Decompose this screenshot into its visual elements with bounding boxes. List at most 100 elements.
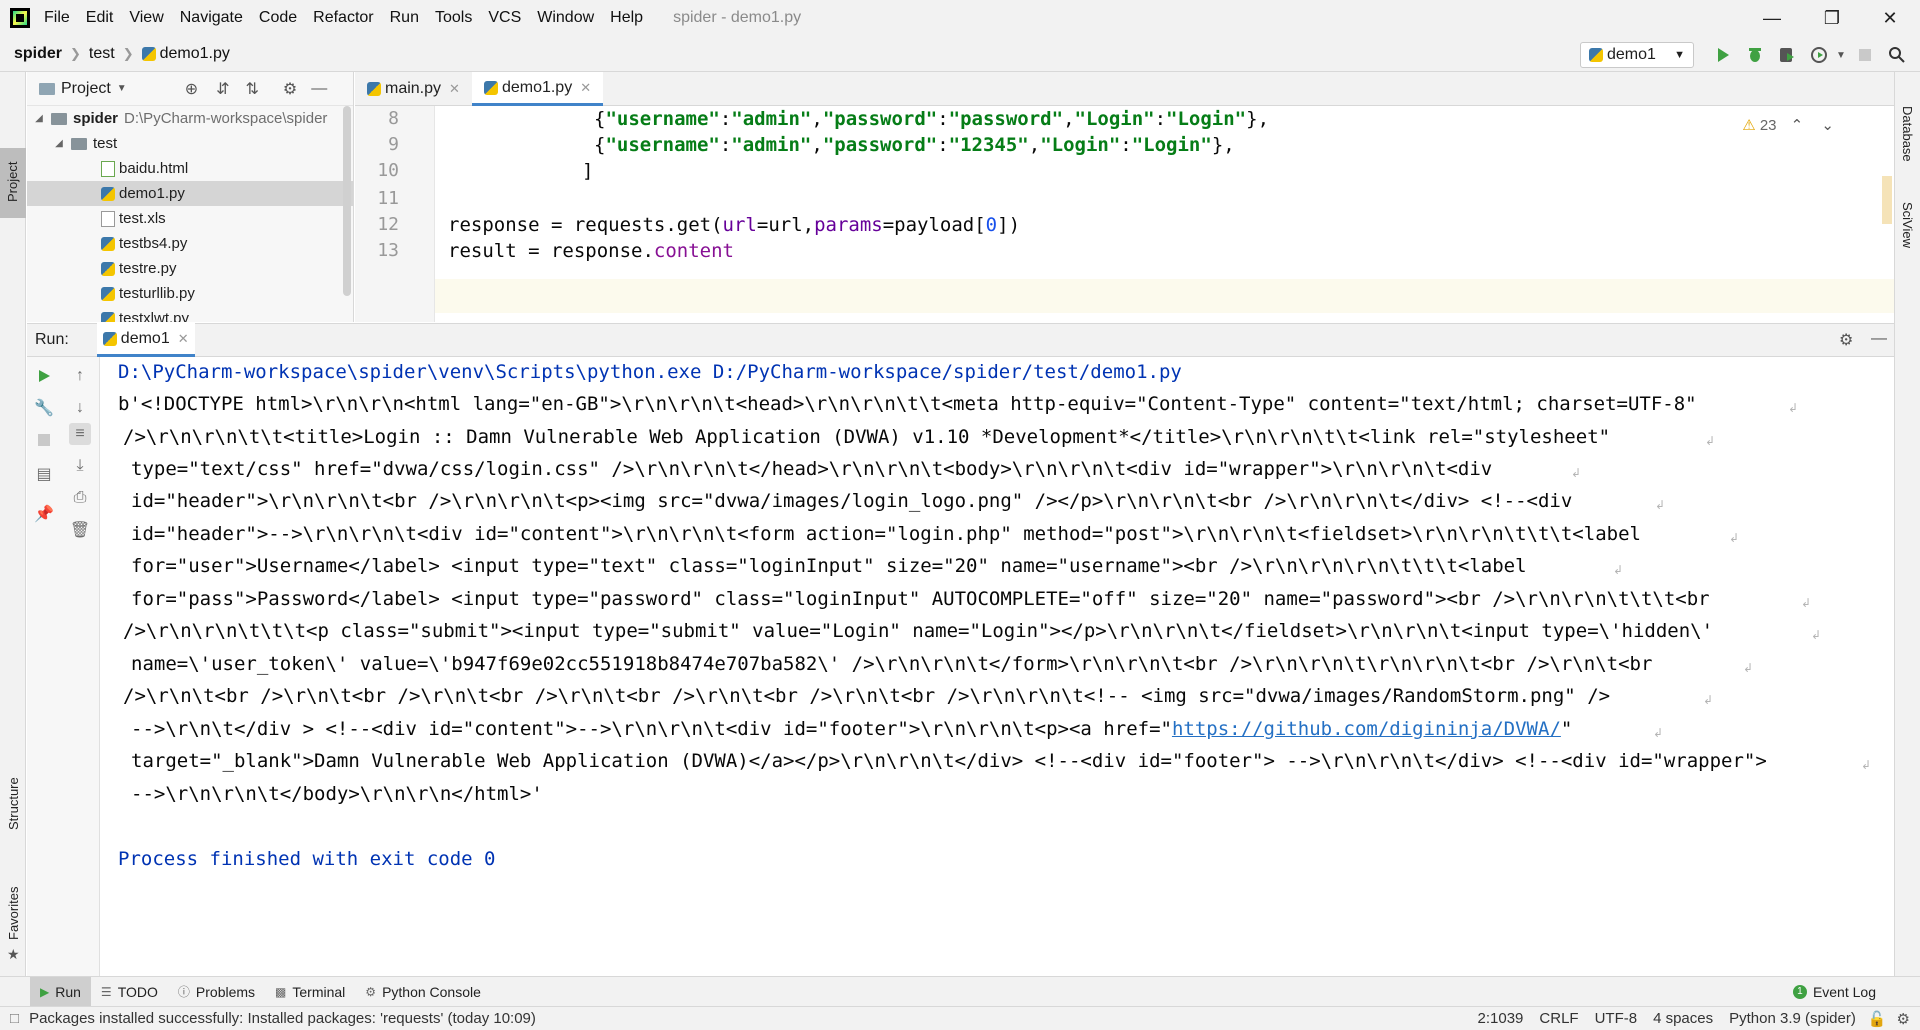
stop-icon[interactable] [33,429,55,451]
rerun-icon[interactable] [33,365,55,387]
menu-refactor[interactable]: Refactor [313,9,373,27]
hide-panel-icon[interactable]: — [311,80,327,98]
project-scrollbar[interactable] [343,106,351,296]
pycharm-logo-icon [10,8,30,28]
menu-tools[interactable]: Tools [435,9,472,27]
console-hyperlink[interactable]: https://github.com/digininja/DVWA/ [1172,718,1561,740]
menu-view[interactable]: View [129,9,163,27]
breadcrumb-file[interactable]: demo1.py [160,45,230,63]
code-line-13[interactable]: result = response.content [448,240,734,262]
run-icon[interactable] [1712,44,1734,66]
close-tab-icon[interactable]: ✕ [449,81,460,97]
arrow-up-icon[interactable]: ↑ [69,365,91,387]
run-configuration-select[interactable]: demo1 ▼ [1580,42,1694,68]
bottom-tab-python-console[interactable]: ⚙ Python Console [355,977,491,1007]
menu-navigate[interactable]: Navigate [180,9,243,27]
project-stripe-label: Project [5,161,20,202]
status-line-separator[interactable]: CRLF [1539,1010,1578,1027]
favorites-stripe-label[interactable]: Favorites [6,887,21,940]
menu-code[interactable]: Code [259,9,297,27]
menu-file[interactable]: File [44,9,70,27]
tab-demo1-py[interactable]: demo1.py ✕ [471,72,604,106]
toggle-tool-windows-icon[interactable]: □ [10,1010,19,1027]
layout-icon[interactable]: ▤ [33,463,55,485]
expand-all-icon[interactable]: ⇵ [216,79,229,99]
stop-icon[interactable] [1854,44,1876,66]
print-icon[interactable]: ⎙ [69,487,91,509]
bottom-tab-run[interactable]: ▶ Run [30,976,91,1007]
bottom-tab-problems[interactable]: ⓘ Problems [168,977,265,1007]
restore-icon[interactable]: ❐ [1808,0,1856,36]
gear-icon[interactable]: ⚙ [1839,330,1853,350]
hide-panel-icon[interactable]: — [1871,330,1887,348]
tree-row-file[interactable]: test.xls [27,206,353,231]
structure-stripe-label[interactable]: Structure [6,777,21,830]
chevron-down-icon[interactable]: ▼ [117,83,127,94]
code-string: "12345" [948,134,1029,156]
tab-main-py[interactable]: main.py ✕ [355,72,472,106]
project-panel-title[interactable]: Project [61,80,111,98]
locate-icon[interactable]: ⊕ [185,79,198,99]
close-window-icon[interactable]: ✕ [1866,0,1914,36]
lock-icon[interactable]: 🔓 [1868,1010,1887,1028]
chevron-down-icon[interactable]: ▼ [1830,44,1852,66]
python-file-icon [101,186,115,201]
minimize-icon[interactable]: — [1748,0,1796,36]
inspector-icon[interactable]: ⚙ [1897,1010,1910,1028]
collapse-all-icon[interactable]: ⇅ [246,79,259,99]
tree-row-file-selected[interactable]: demo1.py [27,181,353,206]
menu-vcs[interactable]: VCS [488,9,521,27]
breadcrumb-folder[interactable]: test [89,45,115,63]
tree-file-name: testurllib.py [119,285,195,302]
run-window-header: Run: demo1 ✕ ⚙ — [27,323,1894,357]
profile-icon[interactable] [1808,44,1830,66]
editor-scrollbar-marker[interactable] [1882,176,1892,224]
code-line-8[interactable]: {"username":"admin","password":"password… [594,108,1269,130]
soft-wrap-icon[interactable]: ≡ [69,423,91,445]
run-icon: ▶ [40,984,50,999]
run-tab-demo1[interactable]: demo1 ✕ [96,323,195,357]
tree-row-file[interactable]: testre.py [27,256,353,281]
tree-row-folder[interactable]: ◢ test [27,131,353,156]
search-icon[interactable] [1886,44,1908,66]
event-log-button[interactable]: 1 Event Log [1783,977,1886,1007]
run-console[interactable]: D:\PyCharm-workspace\spider\venv\Scripts… [101,357,1894,976]
sciview-stripe-label[interactable]: SciView [1900,202,1915,248]
status-encoding[interactable]: UTF-8 [1595,1010,1638,1027]
tree-row-file[interactable]: testxlwt.py [27,306,353,322]
scroll-to-end-icon[interactable]: ⤓ [69,455,91,477]
close-tab-icon[interactable]: ✕ [580,80,591,96]
bottom-tab-todo[interactable]: ☰ TODO [91,977,168,1007]
run-with-coverage-icon[interactable] [1776,44,1798,66]
bottom-tab-terminal[interactable]: ▩ Terminal [265,977,355,1007]
code-line-12[interactable]: response = requests.get(url=url,params=p… [448,214,1020,236]
wrench-icon[interactable]: 🔧 [33,397,55,419]
chevron-down-icon[interactable]: ⌄ [1821,117,1834,134]
chevron-up-icon[interactable]: ⌃ [1791,117,1804,134]
menu-help[interactable]: Help [610,9,643,27]
status-caret-position[interactable]: 2:1039 [1478,1010,1524,1027]
status-interpreter[interactable]: Python 3.9 (spider) [1729,1010,1856,1027]
gear-icon[interactable]: ⚙ [283,79,297,99]
menu-window[interactable]: Window [537,9,594,27]
code-line-10[interactable]: ] [582,160,593,182]
code-line-9[interactable]: {"username":"admin","password":"12345","… [594,134,1235,156]
arrow-down-icon[interactable]: ↓ [69,397,91,419]
close-tab-icon[interactable]: ✕ [178,331,189,347]
pin-icon[interactable]: 📌 [33,503,55,525]
tree-row-file[interactable]: testbs4.py [27,231,353,256]
debug-icon[interactable] [1744,44,1766,66]
tree-row-file[interactable]: testurllib.py [27,281,353,306]
tree-row-root[interactable]: ◢ spider D:\PyCharm-workspace\spider [27,106,353,131]
status-message[interactable]: Packages installed successfully: Install… [29,1010,536,1027]
inspection-widget[interactable]: ⚠ 23 ⌃ ⌄ [1742,116,1834,134]
status-indent[interactable]: 4 spaces [1653,1010,1713,1027]
tree-row-file[interactable]: baidu.html [27,156,353,181]
menu-edit[interactable]: Edit [86,9,114,27]
project-tool-button[interactable]: Project [0,148,26,218]
trash-icon[interactable]: 🗑 [69,519,91,541]
breadcrumb-project[interactable]: spider [14,45,62,63]
menu-run[interactable]: Run [390,9,419,27]
code-punct: : [1120,134,1132,156]
database-stripe-label[interactable]: Database [1900,106,1915,162]
